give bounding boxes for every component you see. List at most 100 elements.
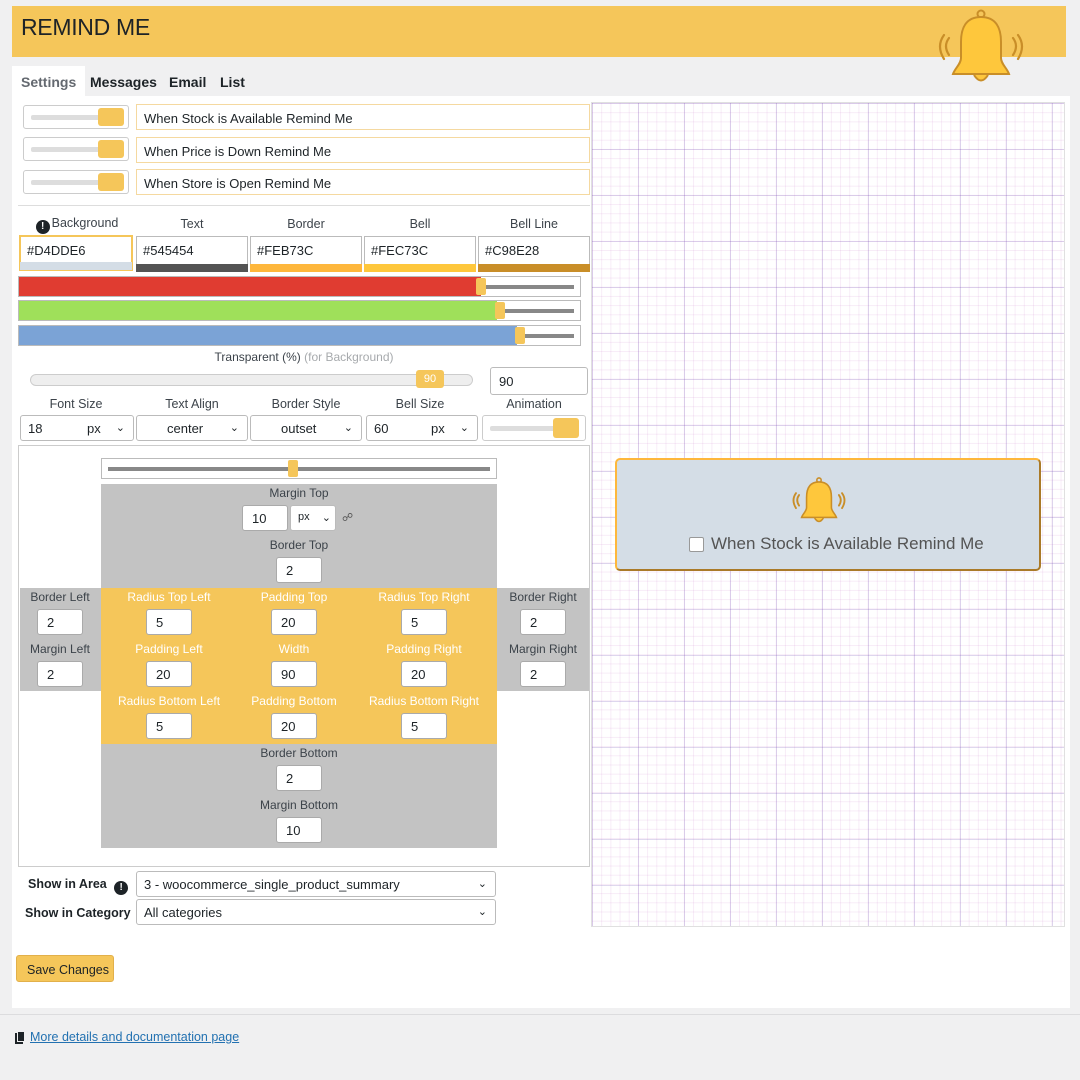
preview-checkbox[interactable] [689, 537, 704, 552]
tab-list[interactable]: List [211, 66, 254, 96]
green-slider-thumb[interactable] [495, 302, 505, 319]
margin-unit-select[interactable]: px ⌄ [290, 505, 336, 531]
padding-right-input[interactable]: 20 [401, 661, 447, 687]
bell-size-unit-select[interactable]: px [431, 421, 445, 436]
border-bottom-label: Border Bottom [260, 746, 338, 760]
border-style-label: Border Style [271, 397, 341, 411]
show-in-area-value: 3 - woocommerce_single_product_summary [144, 877, 400, 892]
bell-color-label: Bell [409, 217, 431, 231]
animation-toggle[interactable] [482, 415, 586, 441]
transparency-label: Transparent (%) (for Background) [18, 350, 590, 364]
width-input[interactable]: 90 [271, 661, 317, 687]
bell-line-color-input[interactable]: #C98E28 [478, 236, 590, 272]
radius-top-left-input[interactable]: 5 [146, 609, 192, 635]
text-color-label: Text [180, 217, 204, 231]
tab-email[interactable]: Email [160, 66, 215, 96]
font-size-input[interactable]: 18 px ⌄ [20, 415, 134, 441]
toggle-stock-reminder[interactable] [23, 105, 129, 129]
bell-size-value: 60 [374, 421, 389, 436]
border-style-select[interactable]: outset ⌄ [250, 415, 362, 441]
bell-color-input[interactable]: #FEC73C [364, 236, 476, 272]
transparency-slider-thumb[interactable]: 90 [416, 370, 444, 388]
save-changes-button[interactable]: Save Changes [16, 955, 114, 982]
box-model-slider[interactable] [101, 458, 497, 479]
border-right-label: Border Right [509, 590, 577, 604]
text-color-input[interactable]: #545454 [136, 236, 248, 272]
tab-messages[interactable]: Messages [81, 66, 166, 96]
margin-left-input[interactable]: 2 [37, 661, 83, 687]
border-color-input[interactable]: #FEB73C [250, 236, 362, 272]
tab-settings[interactable]: Settings [12, 66, 86, 96]
bell-size-input[interactable]: 60 px ⌄ [366, 415, 478, 441]
bell-line-color-swatch [478, 264, 590, 272]
red-channel-slider[interactable] [18, 276, 581, 297]
show-in-area-select[interactable]: 3 - woocommerce_single_product_summary ⌄ [136, 871, 496, 897]
margin-right-input[interactable]: 2 [520, 661, 566, 687]
border-top-input[interactable]: 2 [276, 557, 322, 583]
transparency-input[interactable]: 90 [490, 367, 588, 395]
transparency-slider[interactable]: 90 [30, 370, 473, 388]
text-align-select[interactable]: center ⌄ [136, 415, 248, 441]
margin-top-label: Margin Top [269, 486, 329, 500]
padding-top-label: Padding Top [260, 590, 328, 604]
padding-left-input[interactable]: 20 [146, 661, 192, 687]
document-icon [15, 1031, 25, 1044]
green-channel-slider[interactable] [18, 300, 581, 321]
show-in-area-text: Show in Area [28, 877, 107, 891]
background-color-value: #D4DDE6 [27, 243, 86, 258]
radius-top-right-input[interactable]: 5 [401, 609, 447, 635]
margin-right-label: Margin Right [508, 642, 578, 656]
transparency-hint: (for Background) [304, 350, 394, 364]
border-bottom-input[interactable]: 2 [276, 765, 322, 791]
border-top-label: Border Top [269, 538, 329, 552]
font-size-unit-select[interactable]: px [87, 421, 101, 436]
preview-bell-icon [791, 474, 847, 526]
chevron-down-icon: ⌄ [229, 422, 239, 434]
price-reminder-label-input[interactable]: When Price is Down Remind Me [136, 137, 590, 163]
border-color-swatch [250, 264, 362, 272]
blue-slider-thumb[interactable] [515, 327, 525, 344]
footer-divider [0, 1014, 1080, 1015]
border-left-input[interactable]: 2 [37, 609, 83, 635]
chevron-down-icon: ⌄ [477, 906, 487, 918]
padding-bottom-label: Padding Bottom [251, 694, 337, 708]
toggle-price-reminder[interactable] [23, 137, 129, 161]
background-color-input[interactable]: #D4DDE6 [19, 235, 133, 271]
background-color-swatch [20, 262, 132, 270]
font-size-label: Font Size [49, 397, 103, 411]
bell-size-label: Bell Size [395, 397, 445, 411]
border-right-input[interactable]: 2 [520, 609, 566, 635]
radius-bottom-right-input[interactable]: 5 [401, 713, 447, 739]
header-banner [12, 6, 1066, 57]
store-reminder-label-input[interactable]: When Store is Open Remind Me [136, 169, 590, 195]
transparency-label-text: Transparent (%) [214, 350, 301, 364]
border-color-value: #FEB73C [257, 243, 314, 258]
toggle-store-reminder[interactable] [23, 170, 129, 194]
red-slider-thumb[interactable] [476, 278, 486, 295]
radius-bottom-right-label: Radius Bottom Right [368, 694, 480, 708]
stock-reminder-label-input[interactable]: When Stock is Available Remind Me [136, 104, 590, 130]
radius-bottom-left-input[interactable]: 5 [146, 713, 192, 739]
info-icon: ! [35, 220, 50, 234]
show-in-category-select[interactable]: All categories ⌄ [136, 899, 496, 925]
chevron-down-icon: ⌄ [321, 512, 331, 524]
chevron-down-icon: ⌄ [115, 422, 125, 434]
margin-top-input[interactable]: 10 [242, 505, 288, 531]
box-model-slider-thumb[interactable] [288, 460, 298, 477]
link-icon[interactable]: ☍ [342, 511, 353, 524]
documentation-link[interactable]: More details and documentation page [30, 1030, 239, 1044]
bell-color-value: #FEC73C [371, 243, 429, 258]
show-in-area-label: Show in Area ! [28, 877, 129, 895]
info-icon: ! [114, 881, 129, 895]
preview-reminder-text: When Stock is Available Remind Me [711, 534, 984, 553]
padding-bottom-input[interactable]: 20 [271, 713, 317, 739]
blue-channel-slider[interactable] [18, 325, 581, 346]
text-align-label: Text Align [165, 397, 219, 411]
margin-unit-value: px [298, 511, 310, 523]
divider [18, 205, 590, 206]
radius-top-right-label: Radius Top Right [378, 590, 470, 604]
padding-top-input[interactable]: 20 [271, 609, 317, 635]
margin-bottom-input[interactable]: 10 [276, 817, 322, 843]
bell-line-color-label: Bell Line [510, 217, 558, 231]
app-title: REMIND ME [21, 14, 150, 40]
